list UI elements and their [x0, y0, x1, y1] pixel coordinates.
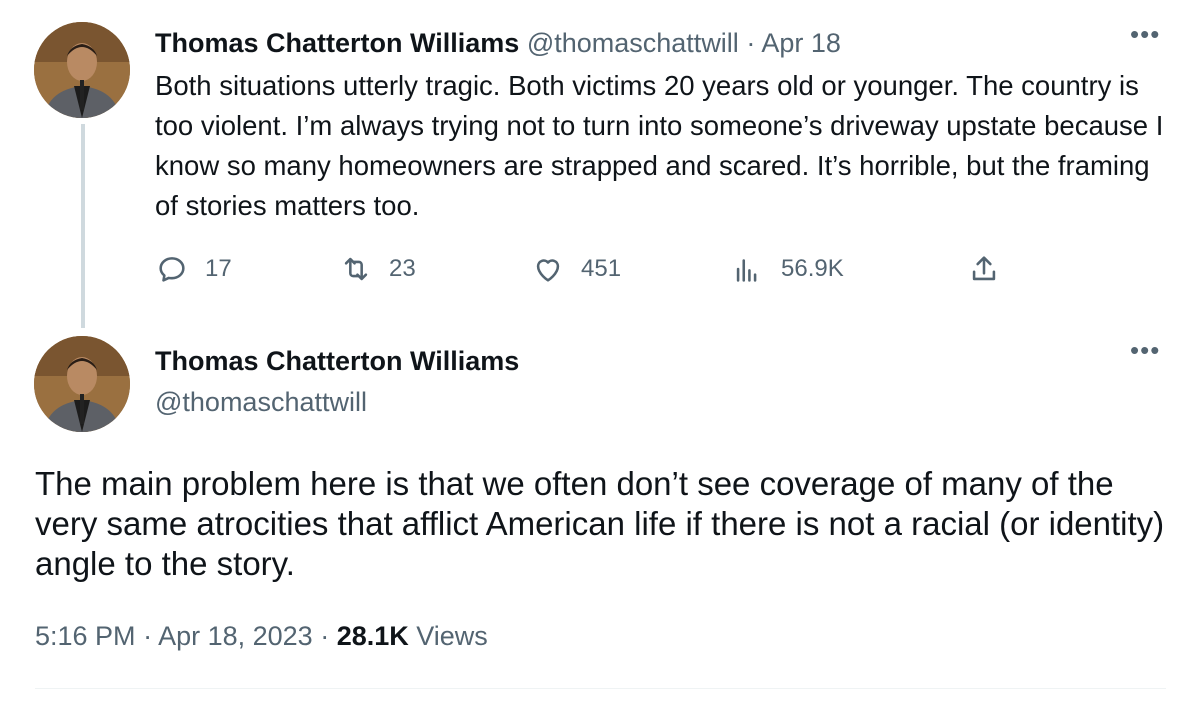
views-count: 56.9K — [781, 255, 844, 282]
author-name[interactable]: Thomas Chatterton Williams — [155, 344, 519, 378]
more-options-icon[interactable]: ••• — [1130, 337, 1160, 363]
thread-connector-line — [81, 124, 85, 328]
author-handle[interactable]: @thomaschattwill — [155, 385, 367, 419]
reply-icon — [159, 257, 185, 282]
retweet-icon — [344, 257, 368, 281]
like-count: 451 — [581, 255, 622, 282]
like-icon — [536, 259, 560, 282]
retweet-count: 23 — [389, 255, 416, 282]
share-button[interactable] — [967, 252, 1001, 286]
tweet-header: Thomas Chatterton Williams @thomaschattw… — [155, 26, 841, 60]
tweet-meta: 5:16 PM · Apr 18, 2023 · 28.1K Views — [35, 618, 488, 654]
tweet-date[interactable]: Apr 18, 2023 — [158, 621, 313, 651]
views-count[interactable]: 28.1K — [337, 621, 409, 651]
author-avatar[interactable] — [34, 336, 130, 432]
reply-button[interactable]: 17 — [155, 252, 232, 286]
views-icon — [736, 259, 757, 282]
reply-count: 17 — [205, 255, 232, 282]
tweet-text: Both situations utterly tragic. Both vic… — [155, 70, 1164, 221]
share-icon — [972, 256, 996, 281]
author-avatar[interactable] — [34, 22, 130, 118]
tweet-text: The main problem here is that we often d… — [35, 465, 1165, 582]
separator: · — [135, 621, 159, 651]
views-button[interactable]: 56.9K — [731, 252, 844, 286]
retweet-button[interactable]: 23 — [339, 252, 416, 286]
like-button[interactable]: 451 — [531, 252, 621, 286]
separator: · — [738, 28, 762, 58]
author-handle[interactable]: @thomaschattwill — [527, 28, 739, 58]
divider — [35, 688, 1166, 689]
more-options-icon[interactable]: ••• — [1130, 21, 1160, 47]
author-name[interactable]: Thomas Chatterton Williams — [155, 28, 519, 58]
separator: · — [312, 621, 337, 651]
tweet-time[interactable]: 5:16 PM — [35, 621, 136, 651]
views-label: Views — [408, 621, 488, 651]
tweet-date[interactable]: Apr 18 — [761, 28, 841, 58]
